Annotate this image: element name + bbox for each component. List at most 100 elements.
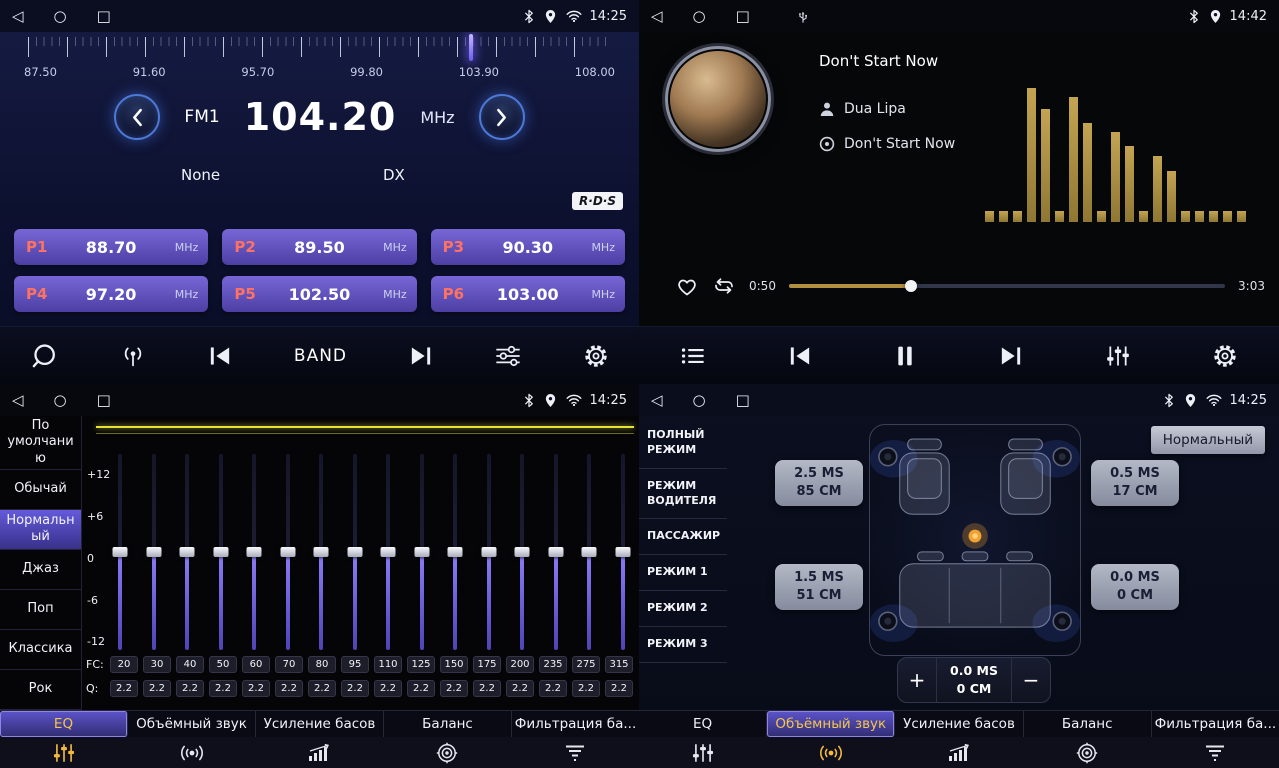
tab-surround[interactable]: Объёмный звук	[767, 711, 895, 737]
filter-icon[interactable]	[511, 737, 639, 768]
band-slider[interactable]	[412, 454, 432, 650]
seek-down-button[interactable]	[114, 94, 160, 140]
eq-preset-default[interactable]: По умолчанию	[0, 416, 81, 470]
band-slider[interactable]	[144, 454, 164, 650]
delay-increase-button[interactable]: +	[898, 658, 936, 702]
scan-button[interactable]	[30, 342, 58, 370]
band-slider[interactable]	[445, 454, 465, 650]
tab-eq[interactable]: EQ	[639, 711, 767, 737]
preset-p4[interactable]: P4 97.20 MHz	[14, 276, 208, 312]
preset-p2[interactable]: P2 89.50 MHz	[222, 229, 416, 265]
band-slider-thumb[interactable]	[582, 547, 597, 557]
preset-p6[interactable]: P6 103.00 MHz	[431, 276, 625, 312]
band-slider-thumb[interactable]	[247, 547, 262, 557]
tab-bass-boost[interactable]: Усиление басов	[895, 711, 1023, 737]
eq-preset-rock[interactable]: Рок	[0, 670, 81, 710]
frequency-scale[interactable]: 87.50 91.60 95.70 99.80 103.90 108.00	[0, 34, 639, 80]
cabin-visualization[interactable]	[869, 424, 1081, 656]
mode-item[interactable]: РЕЖИМ 3	[639, 627, 727, 663]
band-slider[interactable]	[378, 454, 398, 650]
back-button[interactable]: ◁	[12, 9, 24, 24]
pause-button[interactable]	[894, 344, 916, 368]
tab-balance[interactable]: Баланс	[1024, 711, 1152, 737]
soundfield-preset-button[interactable]: Нормальный	[1151, 426, 1265, 454]
filter-icon[interactable]	[1151, 737, 1279, 768]
mode-item[interactable]: РЕЖИМ ВОДИТЕЛЯ	[639, 469, 727, 520]
band-slider[interactable]	[110, 454, 130, 650]
band-slider[interactable]	[546, 454, 566, 650]
mode-item[interactable]: РЕЖИМ 2	[639, 591, 727, 627]
band-slider-thumb[interactable]	[481, 547, 496, 557]
bass-boost-icon[interactable]	[895, 737, 1023, 768]
delay-front-left[interactable]: 2.5 MS 85 CM	[775, 460, 863, 506]
seek-slider-thumb[interactable]	[905, 280, 917, 292]
band-slider[interactable]	[244, 454, 264, 650]
eq-preset-normal[interactable]: Нормальный	[0, 510, 81, 550]
mixer-button[interactable]	[1105, 344, 1131, 368]
home-button[interactable]: ○	[54, 393, 67, 408]
home-button[interactable]: ○	[693, 9, 706, 24]
favorite-button[interactable]	[675, 275, 699, 297]
home-button[interactable]: ○	[693, 393, 706, 408]
band-slider-thumb[interactable]	[146, 547, 161, 557]
band-slider[interactable]	[579, 454, 599, 650]
repeat-button[interactable]	[712, 276, 736, 296]
tab-filter[interactable]: Фильтрация ба...	[1152, 711, 1279, 737]
band-slider[interactable]	[211, 454, 231, 650]
home-button[interactable]: ○	[54, 9, 67, 24]
band-slider-thumb[interactable]	[347, 547, 362, 557]
preset-p3[interactable]: P3 90.30 MHz	[431, 229, 625, 265]
next-station-button[interactable]	[408, 345, 434, 367]
tab-filter[interactable]: Фильтрация ба...	[512, 711, 639, 737]
band-slider[interactable]	[479, 454, 499, 650]
back-button[interactable]: ◁	[651, 9, 663, 24]
band-slider-thumb[interactable]	[448, 547, 463, 557]
recents-button[interactable]: □	[736, 393, 750, 408]
mode-item[interactable]: РЕЖИМ 1	[639, 555, 727, 591]
delay-decrease-button[interactable]: −	[1012, 658, 1050, 702]
surround-icon[interactable]	[767, 737, 895, 768]
eq-icon[interactable]	[639, 737, 767, 768]
back-button[interactable]: ◁	[651, 393, 663, 408]
tab-balance[interactable]: Баланс	[384, 711, 512, 737]
broadcast-button[interactable]	[119, 344, 147, 368]
band-slider[interactable]	[345, 454, 365, 650]
tab-eq[interactable]: EQ	[0, 711, 128, 737]
settings-button[interactable]	[1212, 343, 1238, 369]
band-slider-thumb[interactable]	[548, 547, 563, 557]
audio-settings-button[interactable]	[494, 344, 522, 368]
balance-icon[interactable]	[1023, 737, 1151, 768]
band-slider-thumb[interactable]	[213, 547, 228, 557]
band-slider-thumb[interactable]	[180, 547, 195, 557]
band-slider[interactable]	[311, 454, 331, 650]
band-slider-thumb[interactable]	[414, 547, 429, 557]
band-button[interactable]: BAND	[294, 346, 347, 366]
seek-up-button[interactable]	[479, 94, 525, 140]
recents-button[interactable]: □	[97, 393, 111, 408]
delay-rear-left[interactable]: 1.5 MS 51 CM	[775, 564, 863, 610]
band-slider-thumb[interactable]	[113, 547, 128, 557]
band-slider[interactable]	[278, 454, 298, 650]
next-track-button[interactable]	[998, 345, 1024, 367]
band-slider-thumb[interactable]	[381, 547, 396, 557]
surround-icon[interactable]	[128, 737, 256, 768]
mode-item[interactable]: ПАССАЖИР	[639, 519, 727, 555]
settings-button[interactable]	[583, 343, 609, 369]
prev-station-button[interactable]	[207, 345, 233, 367]
band-slider[interactable]	[177, 454, 197, 650]
eq-preset-custom[interactable]: Обычай	[0, 470, 81, 510]
prev-track-button[interactable]	[787, 345, 813, 367]
seek-slider[interactable]	[789, 284, 1225, 288]
eq-preset-classic[interactable]: Классика	[0, 630, 81, 670]
recents-button[interactable]: □	[97, 9, 111, 24]
bass-boost-icon[interactable]	[256, 737, 384, 768]
tab-bass-boost[interactable]: Усиление басов	[256, 711, 384, 737]
band-slider-thumb[interactable]	[314, 547, 329, 557]
playlist-button[interactable]	[680, 345, 706, 367]
tab-surround[interactable]: Объёмный звук	[128, 711, 256, 737]
band-slider-thumb[interactable]	[280, 547, 295, 557]
band-slider[interactable]	[613, 454, 633, 650]
preset-p5[interactable]: P5 102.50 MHz	[222, 276, 416, 312]
mode-item[interactable]: ПОЛНЫЙ РЕЖИМ	[639, 418, 727, 469]
recents-button[interactable]: □	[736, 9, 750, 24]
